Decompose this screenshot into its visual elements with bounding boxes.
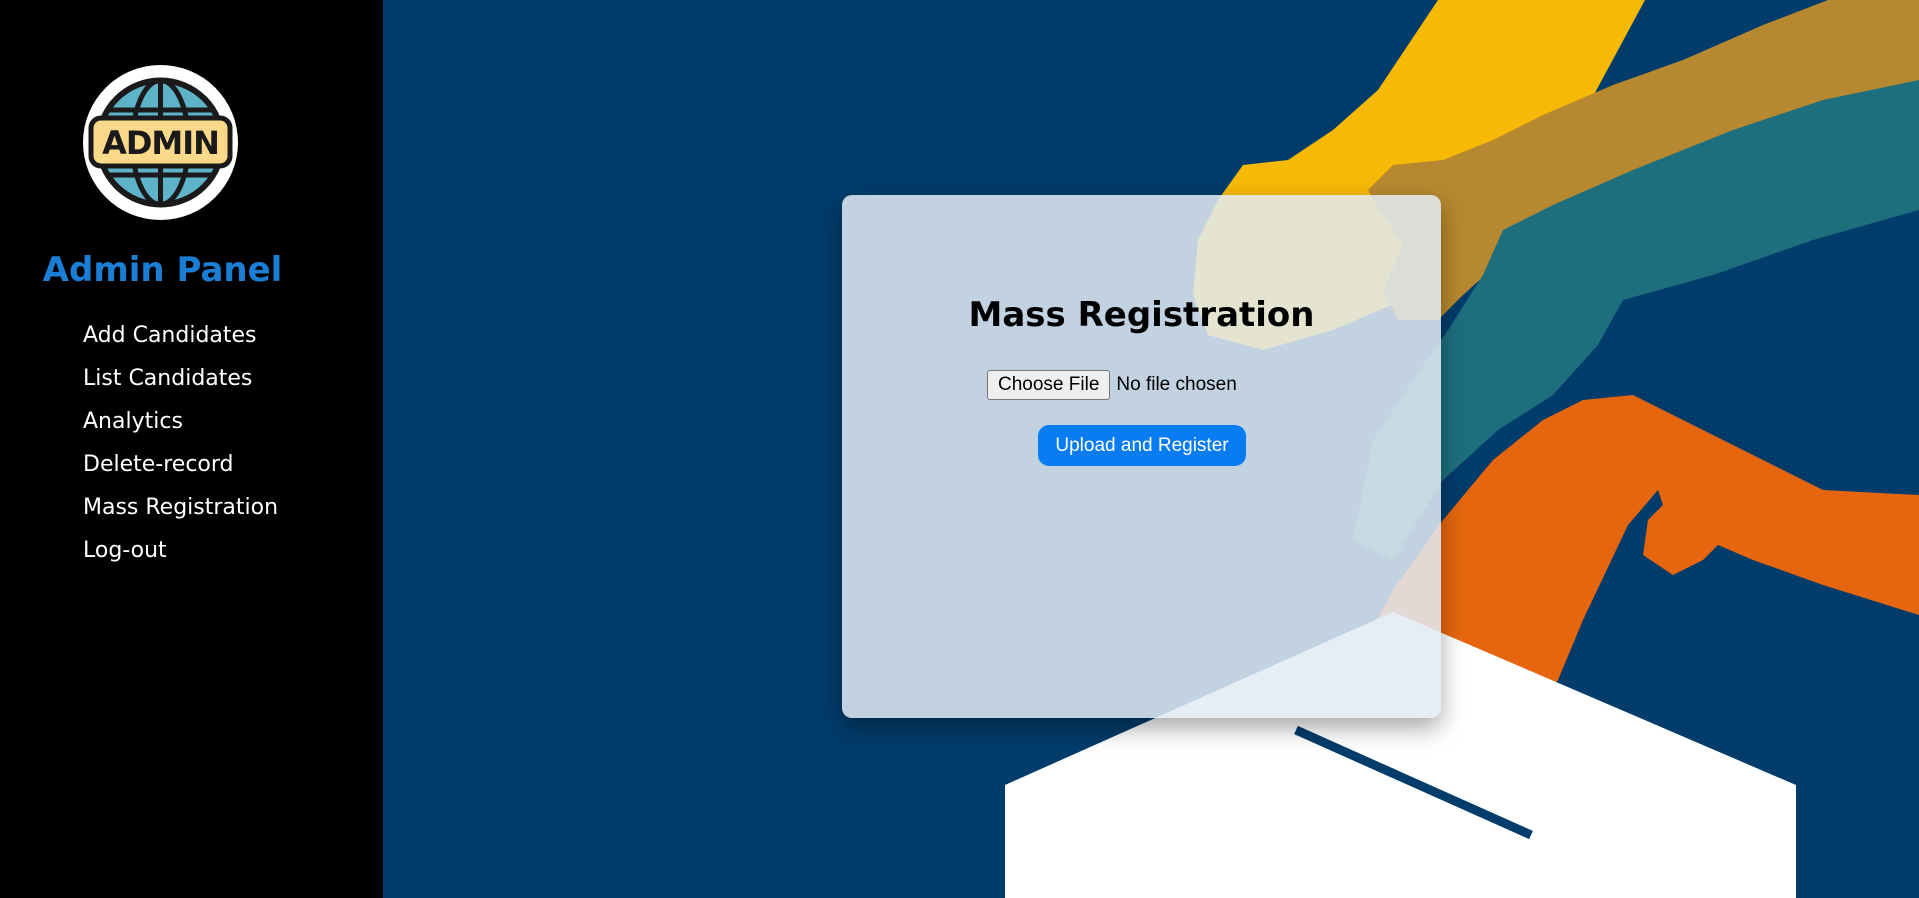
main-content: Mass Registration Choose File No file ch… [383, 0, 1919, 898]
sidebar-item-mass-registration[interactable]: Mass Registration [83, 490, 278, 533]
app-window: ADMIN Admin Panel Add Candidates List Ca… [0, 0, 1919, 898]
choose-file-button[interactable]: Choose File [987, 370, 1111, 400]
sidebar-item-analytics[interactable]: Analytics [83, 404, 278, 447]
sidebar-item-log-out[interactable]: Log-out [83, 533, 278, 576]
file-status-text: No file chosen [1116, 374, 1237, 395]
sidebar-item-list-candidates[interactable]: List Candidates [83, 361, 278, 404]
panel-title: Admin Panel [42, 250, 283, 290]
page-title: Mass Registration [968, 295, 1315, 335]
upload-and-register-button[interactable]: Upload and Register [1038, 425, 1246, 466]
sidebar: ADMIN Admin Panel Add Candidates List Ca… [0, 0, 383, 898]
file-input[interactable]: Choose File No file chosen [987, 370, 1237, 400]
sidebar-item-add-candidates[interactable]: Add Candidates [83, 318, 278, 361]
admin-logo: ADMIN [83, 65, 238, 220]
logo-text: ADMIN [102, 124, 220, 162]
sidebar-nav: Add Candidates List Candidates Analytics… [83, 318, 278, 576]
sidebar-item-delete-record[interactable]: Delete-record [83, 447, 278, 490]
